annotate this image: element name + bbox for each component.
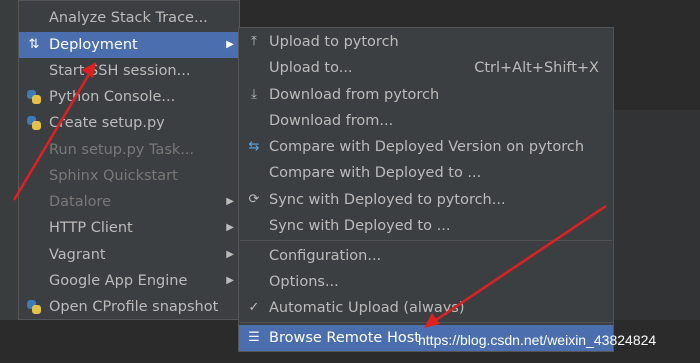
menu-item-label: Upload to... (269, 60, 353, 76)
menu-item-label: Options... (269, 274, 339, 290)
menu-item-sync-with-deployed-to[interactable]: Sync with Deployed to ... (239, 213, 613, 239)
menu-item-label: Datalore (49, 194, 112, 210)
menu-item-shortcut: Ctrl+Alt+Shift+X (474, 60, 599, 76)
menu-item-compare-with-deployed-version[interactable]: ⇆ Compare with Deployed Version on pytor… (239, 134, 613, 160)
submenu-arrow-icon: ▶ (226, 222, 234, 233)
menu-item-label: Download from pytorch (269, 87, 440, 103)
menu-item-label: Upload to pytorch (269, 34, 399, 50)
menu-item-label: Download from... (269, 113, 394, 129)
menu-item-label: Create setup.py (49, 115, 165, 131)
menu-item-run-setup-py-task: Run setup.py Task... (19, 137, 239, 163)
deployment-submenu: ⤒ Upload to pytorch Upload to... Ctrl+Al… (238, 27, 614, 352)
menu-item-label: Run setup.py Task... (49, 142, 195, 158)
menu-item-deployment[interactable]: ⇅ Deployment ▶ (19, 32, 239, 58)
cprofile-icon (25, 294, 43, 324)
menu-item-sphinx-quickstart: Sphinx Quickstart (19, 163, 239, 189)
download-icon: ⤓ (251, 87, 257, 102)
python-setup-icon (25, 110, 43, 140)
menu-item-label: Compare with Deployed Version on pytorch (269, 139, 585, 155)
menu-item-label: Open CProfile snapshot (49, 299, 219, 315)
check-icon: ✓ (248, 300, 260, 315)
menu-item-label: Sync with Deployed to ... (269, 218, 451, 234)
menu-item-label: Start SSH session... (49, 63, 191, 79)
menu-item-download-from-pytorch[interactable]: ⤓ Download from pytorch (239, 82, 613, 108)
menu-item-label: Vagrant (49, 247, 106, 263)
sync-icon: ⟳ (248, 192, 260, 207)
menu-item-datalore: Datalore ▶ (19, 189, 239, 215)
upload-icon: ⤒ (251, 34, 257, 49)
menu-item-label: Configuration... (269, 248, 382, 264)
watermark-text: https://blog.csdn.net/weixin_43824824 (418, 332, 657, 348)
submenu-arrow-icon: ▶ (226, 249, 234, 260)
menu-item-label: Sync with Deployed to pytorch... (269, 192, 506, 208)
menu-item-label: Python Console... (49, 89, 176, 105)
menu-item-label: Deployment (49, 37, 138, 53)
menu-item-start-ssh-session[interactable]: Start SSH session... (19, 58, 239, 84)
editor-gutter (0, 0, 18, 363)
menu-item-label: Google App Engine (49, 273, 188, 289)
menu-item-label: HTTP Client (49, 220, 133, 236)
menu-separator (240, 322, 612, 323)
menu-item-configuration[interactable]: Configuration... (239, 243, 613, 269)
menu-item-open-cprofile-snapshot[interactable]: Open CProfile snapshot (19, 294, 239, 320)
compare-icon: ⇆ (248, 139, 260, 154)
menu-item-label: Analyze Stack Trace... (49, 10, 208, 26)
submenu-arrow-icon: ▶ (226, 196, 234, 207)
menu-item-create-setup-py[interactable]: Create setup.py (19, 110, 239, 136)
menu-item-upload-to[interactable]: Upload to... Ctrl+Alt+Shift+X (239, 55, 613, 81)
menu-item-http-client[interactable]: HTTP Client ▶ (19, 215, 239, 241)
menu-item-label: Browse Remote Host (269, 330, 420, 346)
menu-item-options[interactable]: Options... (239, 269, 613, 295)
menu-item-label: Compare with Deployed to ... (269, 165, 482, 181)
deployment-icon: ⇅ (28, 37, 40, 52)
menu-item-download-from[interactable]: Download from... (239, 108, 613, 134)
menu-item-vagrant[interactable]: Vagrant ▶ (19, 242, 239, 268)
submenu-arrow-icon: ▶ (226, 39, 234, 50)
menu-item-python-console[interactable]: Python Console... (19, 84, 239, 110)
menu-item-label: Sphinx Quickstart (49, 168, 178, 184)
menu-separator (240, 240, 612, 241)
tools-menu: Analyze Stack Trace... ⇅ Deployment ▶ St… (18, 0, 240, 320)
menu-item-google-app-engine[interactable]: Google App Engine ▶ (19, 268, 239, 294)
menu-item-upload-to-pytorch[interactable]: ⤒ Upload to pytorch (239, 29, 613, 55)
menu-item-compare-with-deployed-to[interactable]: Compare with Deployed to ... (239, 160, 613, 186)
menu-item-automatic-upload[interactable]: ✓ Automatic Upload (always) (239, 295, 613, 321)
menu-item-sync-with-deployed-to-pytorch[interactable]: ⟳ Sync with Deployed to pytorch... (239, 187, 613, 213)
browse-remote-host-icon: ☰ (248, 330, 260, 345)
menu-item-label: Automatic Upload (always) (269, 300, 465, 316)
submenu-arrow-icon: ▶ (226, 275, 234, 286)
menu-item-analyze-stack-trace[interactable]: Analyze Stack Trace... (19, 5, 239, 31)
